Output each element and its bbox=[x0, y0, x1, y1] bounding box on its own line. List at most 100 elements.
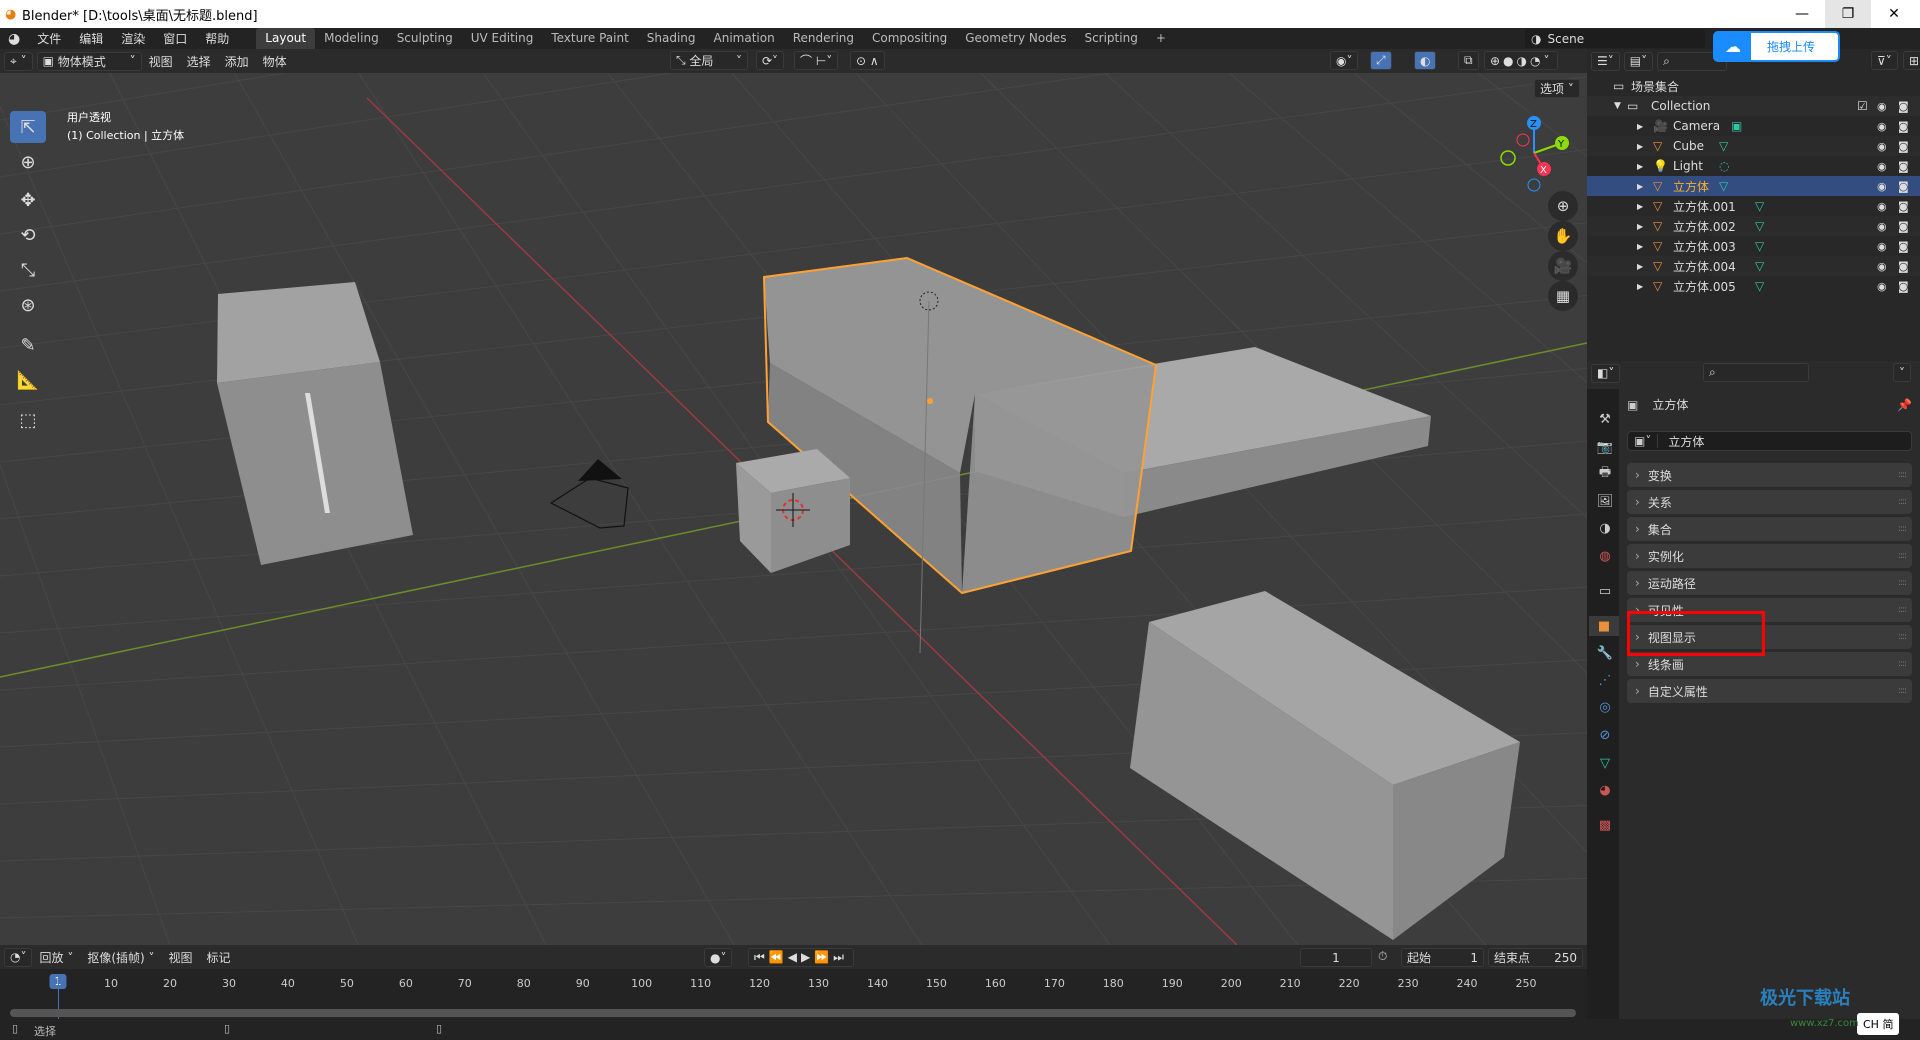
tab-layout[interactable]: Layout bbox=[256, 28, 316, 49]
tab-texture-paint[interactable]: Texture Paint bbox=[542, 28, 637, 49]
3d-viewport[interactable]: ⇱ ⊕ ✥ ⟲ ⤡ ⊛ ✎ 📐 ⬚ 用户透视 (1) Collection | … bbox=[0, 73, 1587, 945]
annotate-tool-icon[interactable]: ✎ bbox=[10, 329, 46, 361]
material-icon[interactable]: ◕ bbox=[1595, 780, 1615, 800]
render-icon[interactable]: ◙ bbox=[1898, 100, 1909, 113]
view-layer-icon[interactable]: 🖼 bbox=[1595, 491, 1615, 511]
render-icon[interactable]: ◙ bbox=[1898, 280, 1909, 293]
outliner-item[interactable]: ▶ ▽ 立方体.005 ▽ ◉ ◙ bbox=[1587, 276, 1920, 296]
drag-handle-icon[interactable]: :::: bbox=[1898, 524, 1907, 534]
mesh-data-icon[interactable]: ▽ bbox=[1719, 139, 1728, 153]
new-collection-icon[interactable]: ⊞ bbox=[1903, 51, 1920, 70]
mesh-data-icon[interactable]: ▽ bbox=[1755, 219, 1764, 233]
outliner-item[interactable]: ▶ 🎥 Camera ▣ ◉ ◙ bbox=[1587, 116, 1920, 136]
modifier-icon[interactable]: 🔧 bbox=[1595, 643, 1615, 663]
close-button[interactable]: ✕ bbox=[1871, 0, 1917, 28]
properties-editor-type-icon[interactable]: ◧˅ bbox=[1591, 363, 1621, 383]
outliner-item[interactable]: ▶ ▽ Cube ▽ ◉ ◙ bbox=[1587, 136, 1920, 156]
outliner-scene-collection[interactable]: ▭ 场景集合 bbox=[1587, 76, 1920, 96]
pivot-button[interactable]: ⟳˅ bbox=[756, 51, 785, 70]
tab-animation[interactable]: Animation bbox=[705, 28, 784, 49]
perspective-grid-icon[interactable]: ▦ bbox=[1548, 281, 1578, 311]
menu-select[interactable]: 选择 bbox=[180, 53, 218, 70]
options-button[interactable]: 选项 ˅ bbox=[1534, 79, 1580, 98]
outliner-item[interactable]: ▶ ▽ 立方体.004 ▽ ◉ ◙ bbox=[1587, 256, 1920, 276]
render-icon[interactable]: 📷 bbox=[1595, 437, 1615, 457]
proportional-edit-button[interactable]: ⊙ ∧ bbox=[850, 51, 885, 70]
shading-buttons[interactable]: ⊕●◑◔˅ bbox=[1484, 51, 1559, 70]
xray-button[interactable]: ⧉ bbox=[1458, 51, 1479, 70]
outliner-item[interactable]: ▶ ▽ 立方体.003 ▽ ◉ ◙ bbox=[1587, 236, 1920, 256]
auto-keying-button[interactable]: ●˅ bbox=[704, 948, 733, 967]
panel-0[interactable]: › 变换:::: bbox=[1627, 463, 1912, 487]
scene-canvas[interactable] bbox=[0, 73, 1587, 945]
eye-icon[interactable]: ◉ bbox=[1877, 140, 1887, 153]
eye-icon[interactable]: ◉ bbox=[1877, 220, 1887, 233]
eye-icon[interactable]: ◉ bbox=[1877, 240, 1887, 253]
blender-menu-icon[interactable]: ◕ bbox=[0, 31, 28, 47]
menu-file[interactable]: 文件 bbox=[28, 30, 70, 47]
upload-badge[interactable]: ☁ 拖拽上传 bbox=[1713, 31, 1840, 62]
output-icon[interactable]: 🖶 bbox=[1595, 464, 1615, 484]
eye-icon[interactable]: ◉ bbox=[1877, 280, 1887, 293]
expand-icon[interactable]: ▶ bbox=[1637, 122, 1643, 131]
mesh-data-icon[interactable]: ▽ bbox=[1755, 239, 1764, 253]
drag-handle-icon[interactable]: :::: bbox=[1898, 686, 1907, 696]
outliner-editor-type-icon[interactable]: ☰˅ bbox=[1591, 51, 1620, 71]
drag-handle-icon[interactable]: :::: bbox=[1898, 551, 1907, 561]
light-data-icon[interactable]: ◌ bbox=[1719, 159, 1729, 173]
snap-button[interactable]: ⌒ ⊢˅ bbox=[794, 51, 839, 70]
drag-handle-icon[interactable]: :::: bbox=[1898, 497, 1907, 507]
object-icon[interactable]: ■ bbox=[1589, 616, 1619, 636]
drag-handle-icon[interactable]: :::: bbox=[1898, 470, 1907, 480]
expand-icon[interactable]: ▶ bbox=[1637, 162, 1643, 171]
measure-tool-icon[interactable]: 📐 bbox=[10, 364, 46, 396]
data-icon[interactable]: ▽ bbox=[1595, 753, 1615, 773]
object-name-field[interactable]: ▣˅ 立方体 bbox=[1627, 431, 1912, 451]
tool-icon[interactable]: ⚒ bbox=[1595, 409, 1615, 429]
camera-view-icon[interactable]: 🎥 bbox=[1548, 251, 1578, 281]
pin-icon[interactable]: 📌 bbox=[1897, 398, 1912, 412]
expand-icon[interactable]: ▶ bbox=[1637, 182, 1643, 191]
visibility-button[interactable]: ◉˅ bbox=[1330, 51, 1359, 70]
transform-orientation[interactable]: ⤡ 全局 ˅ bbox=[670, 51, 748, 70]
add-workspace-button[interactable]: + bbox=[1147, 28, 1175, 49]
expand-icon[interactable]: ▶ bbox=[1637, 282, 1643, 291]
expand-icon[interactable]: ▶ bbox=[1637, 242, 1643, 251]
checkbox-icon[interactable]: ☑ bbox=[1857, 99, 1868, 113]
render-icon[interactable]: ◙ bbox=[1898, 120, 1909, 133]
properties-search-input[interactable]: ⌕ bbox=[1703, 363, 1809, 382]
mesh-data-icon[interactable]: ▽ bbox=[1755, 199, 1764, 213]
pan-hand-icon[interactable]: ✋ bbox=[1548, 221, 1578, 251]
tab-sculpting[interactable]: Sculpting bbox=[388, 28, 462, 49]
panel-4[interactable]: › 运动路径:::: bbox=[1627, 571, 1912, 595]
drag-handle-icon[interactable]: :::: bbox=[1898, 659, 1907, 669]
zoom-icon[interactable]: ⊕ bbox=[1548, 191, 1578, 221]
particles-icon[interactable]: ⋰ bbox=[1595, 670, 1615, 690]
camera-data-icon[interactable]: ▣ bbox=[1731, 119, 1742, 133]
menu-help[interactable]: 帮助 bbox=[196, 30, 238, 47]
menu-view[interactable]: 视图 bbox=[142, 53, 180, 70]
render-icon[interactable]: ◙ bbox=[1898, 160, 1909, 173]
expand-icon[interactable]: ▶ bbox=[1637, 142, 1643, 151]
expand-icon[interactable]: ▶ bbox=[1637, 262, 1643, 271]
tab-modeling[interactable]: Modeling bbox=[315, 28, 388, 49]
timeline-editor-type-icon[interactable]: ◔˅ bbox=[4, 947, 33, 967]
rotate-tool-icon[interactable]: ⟲ bbox=[10, 219, 46, 251]
overlay-button[interactable]: ◐ bbox=[1414, 51, 1437, 70]
render-icon[interactable]: ◙ bbox=[1898, 200, 1909, 213]
add-cube-tool-icon[interactable]: ⬚ bbox=[10, 404, 46, 436]
gizmo-button[interactable]: ⤢ bbox=[1370, 51, 1392, 70]
menu-window[interactable]: 窗口 bbox=[154, 30, 196, 47]
move-tool-icon[interactable]: ✥ bbox=[10, 184, 46, 216]
menu-marker[interactable]: 标记 bbox=[200, 949, 238, 966]
panel-2[interactable]: › 集合:::: bbox=[1627, 517, 1912, 541]
expand-icon[interactable]: ▼ bbox=[1614, 101, 1621, 111]
outliner-item[interactable]: ▶ 💡 Light ◌ ◉ ◙ bbox=[1587, 156, 1920, 176]
mesh-data-icon[interactable]: ▽ bbox=[1755, 259, 1764, 273]
world-icon[interactable]: ◍ bbox=[1595, 546, 1615, 566]
outliner-item[interactable]: ▶ ▽ 立方体.001 ▽ ◉ ◙ bbox=[1587, 196, 1920, 216]
render-icon[interactable]: ◙ bbox=[1898, 140, 1909, 153]
scale-tool-icon[interactable]: ⤡ bbox=[10, 254, 46, 286]
timeline-scrollbar[interactable] bbox=[10, 1009, 1576, 1017]
mesh-data-icon[interactable]: ▽ bbox=[1755, 279, 1764, 293]
